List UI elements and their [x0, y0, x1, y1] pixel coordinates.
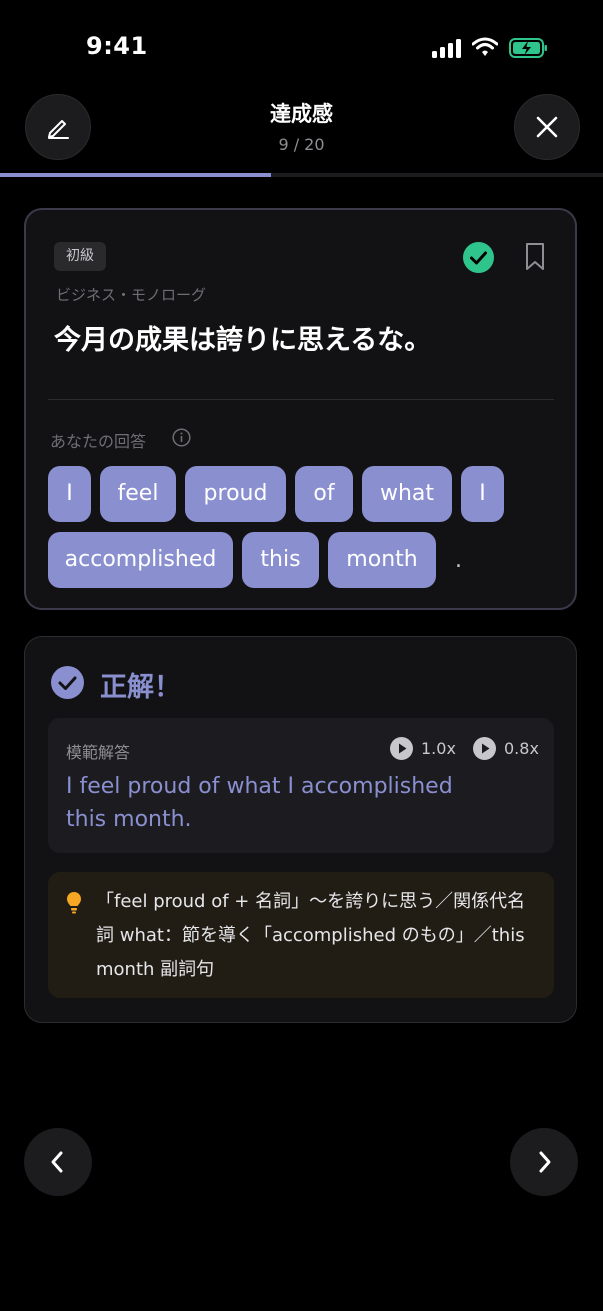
speed-normal-label: 1.0x [421, 739, 456, 758]
status-time: 9:41 [86, 32, 148, 60]
model-answer-text: I feel proud of what I accomplished this… [66, 774, 453, 832]
answer-chip[interactable]: of [295, 466, 353, 522]
answer-chip[interactable]: proud [185, 466, 286, 522]
bookmark-icon[interactable] [524, 242, 546, 272]
battery-icon [509, 38, 547, 58]
answer-chip[interactable]: what [362, 466, 452, 522]
play-icon [473, 737, 496, 760]
tip-text: 「feel proud of + 名詞」〜を誇りに思う／関係代名詞 what：節… [96, 891, 526, 980]
wifi-icon [472, 37, 498, 56]
question-text: 今月の成果は誇りに思えるな。 [54, 325, 432, 356]
answer-chip[interactable]: month [328, 532, 436, 588]
progress-counter: 9 / 20 [278, 135, 325, 154]
signal-icon [432, 39, 461, 58]
answer-label: あなたの回答 [50, 432, 147, 451]
answer-punctuation: . [455, 548, 462, 573]
lightbulb-icon [67, 892, 81, 914]
info-icon[interactable] [172, 428, 191, 447]
answer-chip[interactable]: I [461, 466, 504, 522]
play-icon [390, 737, 413, 760]
result-label: 正解！ [100, 672, 181, 703]
chevron-right-icon [539, 1151, 551, 1173]
progress-fill [0, 173, 272, 177]
speed-slow-label: 0.8x [504, 739, 539, 758]
category-label: ビジネス・モノローグ [56, 286, 207, 304]
answer-chip[interactable]: accomplished [48, 532, 233, 588]
level-badge: 初級 [54, 242, 106, 271]
check-circle-icon [463, 242, 494, 273]
progress-bar [0, 173, 603, 177]
page-title: 達成感 [270, 102, 333, 126]
answer-chip[interactable]: feel [100, 466, 176, 522]
next-button[interactable] [510, 1128, 578, 1196]
play-slow-button[interactable]: 0.8x [473, 737, 539, 760]
model-answer-label: 模範解答 [66, 743, 131, 762]
close-button[interactable] [514, 94, 580, 160]
close-icon [536, 116, 558, 138]
check-circle-icon [51, 666, 84, 699]
previous-button[interactable] [24, 1128, 92, 1196]
answer-chip[interactable]: this [242, 532, 319, 588]
play-normal-button[interactable]: 1.0x [390, 737, 456, 760]
divider [48, 399, 554, 400]
answer-chip[interactable]: I [48, 466, 91, 522]
chevron-left-icon [51, 1151, 63, 1173]
